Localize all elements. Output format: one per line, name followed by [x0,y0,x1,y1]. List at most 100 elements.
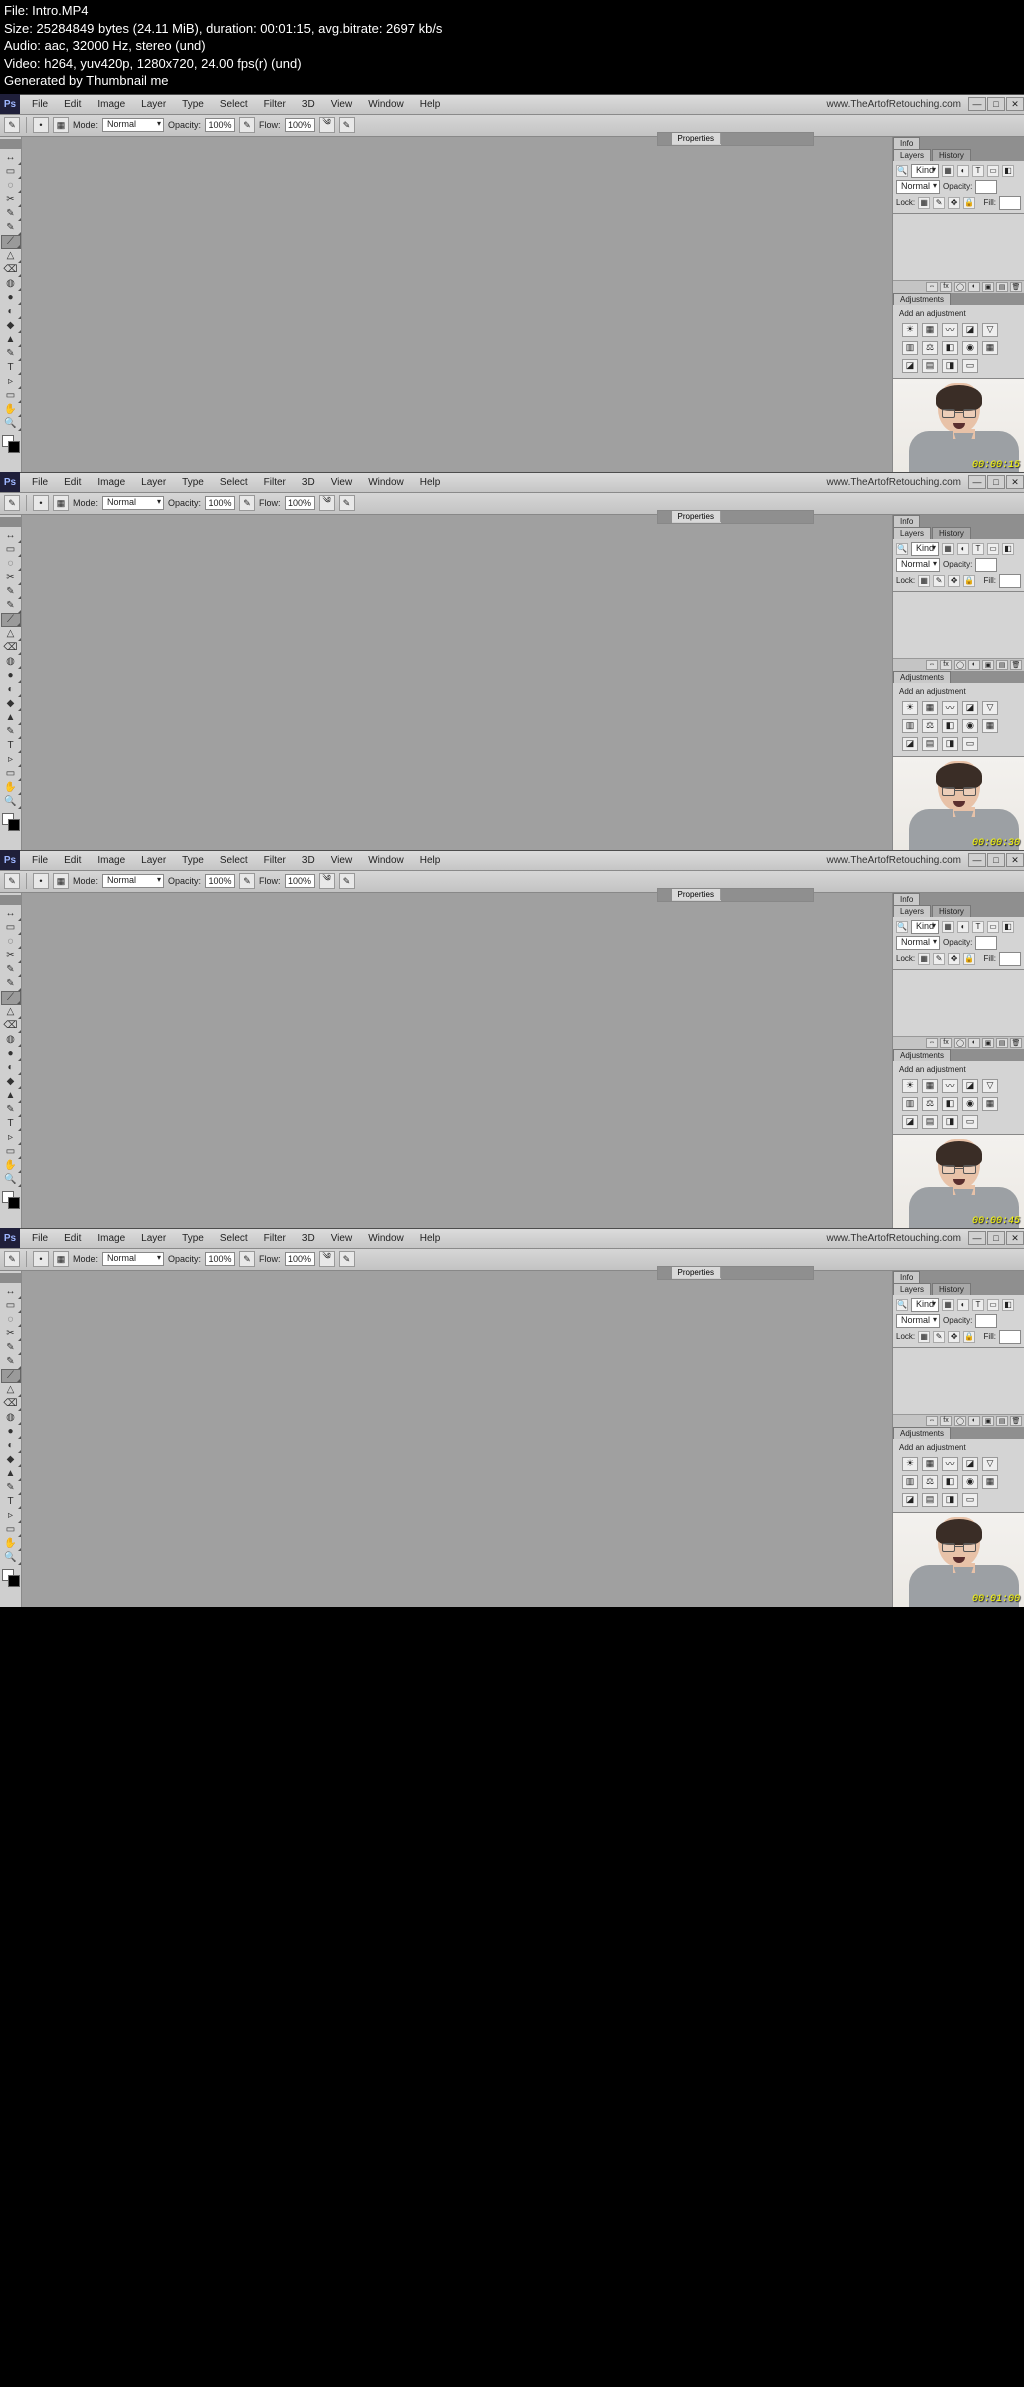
tool-15[interactable]: T [1,1495,21,1509]
filter-adjust-icon[interactable]: ◐ [957,543,969,555]
new-fill-icon[interactable]: ◐ [968,660,980,670]
background-color[interactable] [8,1575,20,1587]
history-tab[interactable]: History [932,149,971,161]
tool-14[interactable]: ✎ [1,1103,21,1117]
lock-position-icon[interactable]: ✥ [948,953,960,965]
layers-list[interactable] [893,970,1024,1036]
curves-icon[interactable]: 〰 [942,1457,958,1471]
minimize-button[interactable]: — [968,475,986,489]
blend-select[interactable]: Normal [896,180,940,194]
flow-value[interactable]: 100% [285,496,315,510]
tool-12[interactable]: ◆ [1,697,21,711]
tool-10[interactable]: ● [1,1047,21,1061]
tool-6[interactable]: ⟋ [1,235,21,249]
tool-13[interactable]: ▲ [1,1467,21,1481]
menu-filter[interactable]: Filter [256,477,294,488]
tool-0[interactable]: ↔ [1,907,21,921]
lock-transparent-icon[interactable]: ▦ [918,1331,930,1343]
layers-list[interactable] [893,1348,1024,1414]
menu-3d[interactable]: 3D [294,1233,323,1244]
properties-tab[interactable]: Properties [672,889,721,900]
menu-window[interactable]: Window [360,477,412,488]
link-layers-icon[interactable]: ⇔ [926,1038,938,1048]
info-tab[interactable]: Info [893,893,920,905]
layer-fill[interactable] [999,952,1021,966]
tool-9[interactable]: ◍ [1,277,21,291]
menu-image[interactable]: Image [89,1233,133,1244]
properties-tab[interactable]: Properties [672,133,721,144]
tool-17[interactable]: ▭ [1,767,21,781]
mode-select[interactable]: Normal [102,118,164,132]
pressure-opacity-icon[interactable]: ✎ [239,495,255,511]
menu-type[interactable]: Type [174,1233,212,1244]
filter-type-icon[interactable]: T [972,543,984,555]
tool-2[interactable]: ◌ [1,179,21,193]
fx-icon[interactable]: fx [940,660,952,670]
vibrance-icon[interactable]: ▽ [982,1079,998,1093]
menu-select[interactable]: Select [212,1233,256,1244]
properties-panel-strip[interactable]: Properties [657,888,814,902]
hue-icon[interactable]: ▥ [902,1475,918,1489]
menu-window[interactable]: Window [360,1233,412,1244]
maximize-button[interactable]: □ [987,1231,1005,1245]
tool-15[interactable]: T [1,739,21,753]
lock-all-icon[interactable]: 🔒 [963,1331,975,1343]
lock-transparent-icon[interactable]: ▦ [918,197,930,209]
bw-icon[interactable]: ◧ [942,1475,958,1489]
brush-tool-icon[interactable]: ✎ [4,1251,20,1267]
toolbox-grip[interactable] [0,139,21,149]
tool-2[interactable]: ◌ [1,557,21,571]
colorbal-icon[interactable]: ⚖ [922,719,938,733]
tool-13[interactable]: ▲ [1,333,21,347]
threshold-icon[interactable]: ◨ [942,737,958,751]
lock-all-icon[interactable]: 🔒 [963,953,975,965]
brush-panel-icon[interactable]: ▦ [53,117,69,133]
hue-icon[interactable]: ▥ [902,341,918,355]
maximize-button[interactable]: □ [987,853,1005,867]
opacity-value[interactable]: 100% [205,1252,235,1266]
filter-kind-icon[interactable]: 🔍 [896,1299,908,1311]
properties-tab[interactable]: Properties [672,511,721,522]
menu-help[interactable]: Help [412,855,449,866]
info-tab[interactable]: Info [893,515,920,527]
blend-select[interactable]: Normal [896,936,940,950]
tool-16[interactable]: ▹ [1,753,21,767]
filter-kind-icon[interactable]: 🔍 [896,921,908,933]
airbrush-icon[interactable]: ༄ [319,117,335,133]
exposure-icon[interactable]: ◪ [962,1457,978,1471]
gradientmap-icon[interactable]: ▭ [962,359,978,373]
colorbal-icon[interactable]: ⚖ [922,1475,938,1489]
filter-shape-icon[interactable]: ▭ [987,165,999,177]
fx-icon[interactable]: fx [940,282,952,292]
adjustments-tab[interactable]: Adjustments [893,671,951,683]
filter-adjust-icon[interactable]: ◐ [957,165,969,177]
menu-file[interactable]: File [24,1233,56,1244]
layers-tab[interactable]: Layers [893,1283,931,1295]
tool-5[interactable]: ✎ [1,1355,21,1369]
tool-1[interactable]: ▭ [1,921,21,935]
close-button[interactable]: ✕ [1006,475,1024,489]
new-fill-icon[interactable]: ◐ [968,282,980,292]
tool-6[interactable]: ⟋ [1,613,21,627]
filter-kind-icon[interactable]: 🔍 [896,165,908,177]
filter-smart-icon[interactable]: ◧ [1002,921,1014,933]
brush-panel-icon[interactable]: ▦ [53,873,69,889]
layer-fill[interactable] [999,574,1021,588]
tool-13[interactable]: ▲ [1,711,21,725]
filter-shape-icon[interactable]: ▭ [987,921,999,933]
menu-view[interactable]: View [323,855,361,866]
link-layers-icon[interactable]: ⇔ [926,1416,938,1426]
filter-pixel-icon[interactable]: ▦ [942,165,954,177]
filter-smart-icon[interactable]: ◧ [1002,1299,1014,1311]
lock-position-icon[interactable]: ✥ [948,575,960,587]
menu-edit[interactable]: Edit [56,1233,89,1244]
tool-18[interactable]: ✋ [1,1537,21,1551]
color-wells[interactable] [2,435,20,453]
new-layer-icon[interactable]: ▤ [996,660,1008,670]
mask-icon[interactable]: ◯ [954,1416,966,1426]
tool-2[interactable]: ◌ [1,935,21,949]
channelmix-icon[interactable]: ▦ [982,341,998,355]
info-tab[interactable]: Info [893,137,920,149]
close-button[interactable]: ✕ [1006,1231,1024,1245]
close-button[interactable]: ✕ [1006,97,1024,111]
